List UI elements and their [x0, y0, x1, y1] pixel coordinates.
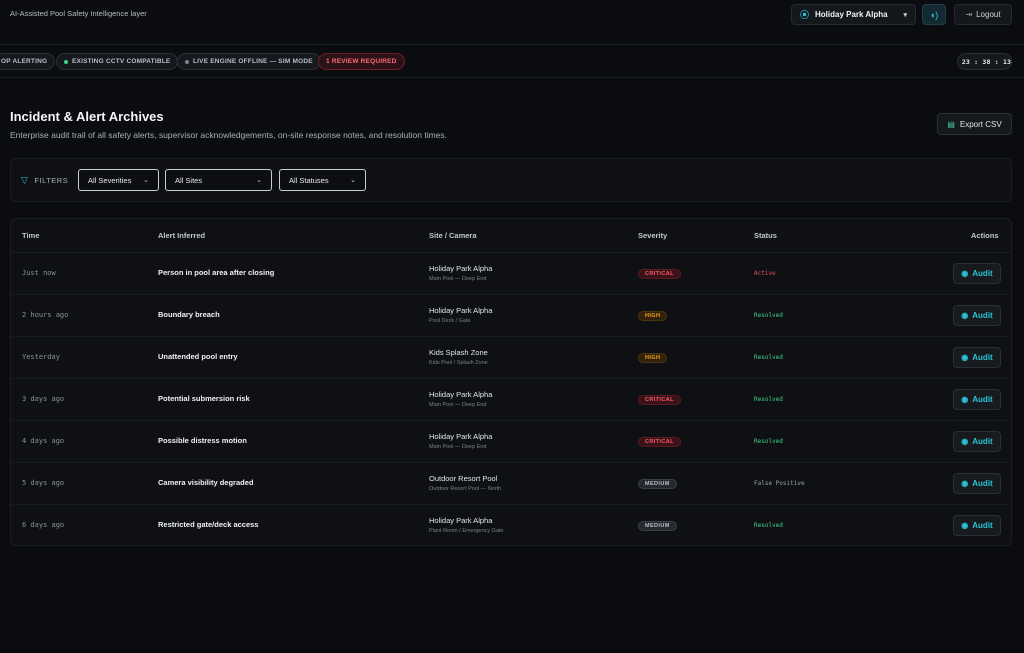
audit-button[interactable]: ◉ Audit	[953, 515, 1001, 536]
filter-icon: ▽	[21, 175, 29, 185]
severity-badge: MEDIUM	[638, 521, 677, 531]
eye-icon: ◉	[961, 437, 969, 446]
row-time: Just now	[22, 269, 56, 277]
page-title: Incident & Alert Archives	[10, 109, 164, 124]
table-row: 2 hours ago Boundary breach Holiday Park…	[11, 295, 1011, 337]
column-header-time: Time	[22, 231, 40, 240]
speaker-icon: ◖)	[929, 9, 939, 20]
row-site-camera: Holiday Park Alpha Main Pool — Deep End	[429, 264, 493, 282]
severity-badge: HIGH	[638, 311, 668, 321]
file-icon: ▤	[947, 119, 955, 129]
status-filter-select[interactable]: All Statuses ⌄	[279, 169, 366, 191]
chevron-down-icon: ⌄	[350, 177, 356, 184]
severity-badge: CRITICAL	[638, 437, 681, 447]
incident-table: Time Alert Inferred Site / Camera Severi…	[10, 218, 1012, 546]
audit-button[interactable]: ◉ Audit	[953, 431, 1001, 452]
table-row: 3 days ago Potential submersion risk Hol…	[11, 379, 1011, 421]
row-time: 6 days ago	[22, 521, 65, 529]
eye-icon: ◉	[961, 311, 969, 320]
status-text: Resolved	[754, 354, 783, 361]
severity-badge: MEDIUM	[638, 479, 677, 489]
severity-badge: CRITICAL	[638, 269, 681, 279]
row-alert: Restricted gate/deck access	[158, 520, 259, 529]
row-site-camera: Holiday Park Alpha Main Pool — Deep End	[429, 432, 493, 450]
logout-button[interactable]: ⇥ Logout	[954, 4, 1012, 25]
status-strip: OP ALERTING EXISTING CCTV COMPATIBLE LIV…	[0, 44, 1024, 78]
eye-icon: ◉	[961, 521, 969, 530]
table-row: Just now Person in pool area after closi…	[11, 253, 1011, 295]
chevron-down-icon: ⌄	[143, 177, 149, 184]
site-filter-select[interactable]: All Sites ⌄	[165, 169, 272, 191]
row-time: 2 hours ago	[22, 311, 69, 319]
audit-button[interactable]: ◉ Audit	[953, 347, 1001, 368]
status-text: Resolved	[754, 312, 783, 319]
status-dot-icon	[185, 59, 189, 64]
chevron-down-icon: ▾	[903, 11, 907, 19]
status-pill-alerting: OP ALERTING	[0, 53, 56, 70]
clock-badge: 23 : 38 : 13	[957, 53, 1012, 70]
audit-button[interactable]: ◉ Audit	[953, 389, 1001, 410]
app-tagline: AI-Assisted Pool Safety Intelligence lay…	[10, 9, 147, 18]
row-alert: Person in pool area after closing	[158, 268, 275, 277]
status-text: Resolved	[754, 438, 783, 445]
column-header-status: Status	[754, 231, 777, 240]
row-site-camera: Holiday Park Alpha Main Pool — Deep End	[429, 390, 493, 408]
audit-button[interactable]: ◉ Audit	[953, 473, 1001, 494]
column-header-actions: Actions	[971, 231, 999, 240]
row-alert: Boundary breach	[158, 310, 220, 319]
status-pill-review[interactable]: 1 REVIEW REQUIRED	[318, 53, 405, 70]
export-csv-button[interactable]: ▤ Export CSV	[937, 113, 1012, 135]
top-bar: AI-Assisted Pool Safety Intelligence lay…	[0, 0, 1024, 30]
column-header-site: Site / Camera	[429, 231, 477, 240]
severity-badge: CRITICAL	[638, 395, 681, 405]
row-site-camera: Kids Splash Zone Kids Pool / Splash Zone	[429, 348, 488, 366]
table-row: 5 days ago Camera visibility degraded Ou…	[11, 463, 1011, 505]
table-header: Time Alert Inferred Site / Camera Severi…	[11, 219, 1011, 253]
row-alert: Camera visibility degraded	[158, 478, 254, 487]
row-alert: Potential submersion risk	[158, 394, 250, 403]
row-time: 5 days ago	[22, 479, 65, 487]
site-selector[interactable]: ⦿ Holiday Park Alpha ▾	[791, 4, 916, 25]
logout-label: Logout	[976, 10, 1001, 19]
site-selector-value: Holiday Park Alpha	[815, 10, 888, 19]
status-text: Resolved	[754, 522, 783, 529]
severity-filter-select[interactable]: All Severities ⌄	[78, 169, 159, 191]
status-dot-icon	[64, 59, 68, 64]
row-site-camera: Holiday Park Alpha Pool Deck / Gate	[429, 306, 493, 324]
status-text: Active	[754, 270, 776, 277]
status-text: False Positive	[754, 480, 805, 487]
row-alert: Unattended pool entry	[158, 352, 238, 361]
export-csv-label: Export CSV	[959, 119, 1002, 129]
column-header-alert: Alert Inferred	[158, 231, 206, 240]
filters-label: ▽ FILTERS	[21, 175, 69, 185]
table-row: 6 days ago Restricted gate/deck access H…	[11, 505, 1011, 545]
page-subtitle: Enterprise audit trail of all safety ale…	[10, 130, 448, 140]
table-row: 4 days ago Possible distress motion Holi…	[11, 421, 1011, 463]
severity-badge: HIGH	[638, 353, 668, 363]
status-text: Resolved	[754, 396, 783, 403]
audit-button[interactable]: ◉ Audit	[953, 263, 1001, 284]
eye-icon: ◉	[961, 395, 969, 404]
column-header-severity: Severity	[638, 231, 668, 240]
eye-icon: ◉	[961, 479, 969, 488]
chevron-down-icon: ⌄	[256, 177, 262, 184]
row-time: Yesterday	[22, 353, 60, 361]
row-site-camera: Outdoor Resort Pool Outdoor Resort Pool —…	[429, 474, 502, 492]
row-alert: Possible distress motion	[158, 436, 247, 445]
audit-button[interactable]: ◉ Audit	[953, 305, 1001, 326]
eye-icon: ◉	[961, 353, 969, 362]
sound-toggle-button[interactable]: ◖)	[922, 4, 946, 25]
status-pill-cctv: EXISTING CCTV COMPATIBLE	[56, 53, 179, 70]
row-time: 3 days ago	[22, 395, 65, 403]
row-time: 4 days ago	[22, 437, 65, 445]
logout-icon: ⇥	[965, 10, 973, 19]
eye-icon: ◉	[961, 269, 969, 278]
filter-panel: ▽ FILTERS All Severities ⌄ All Sites ⌄ A…	[10, 158, 1012, 202]
row-site-camera: Holiday Park Alpha Plant Room / Emergency…	[429, 516, 504, 534]
map-pin-icon: ⦿	[800, 10, 810, 20]
clock-time: 23 : 38 : 13	[961, 57, 1012, 66]
status-pill-engine: LIVE ENGINE OFFLINE — SIM MODE	[177, 53, 321, 70]
table-row: Yesterday Unattended pool entry Kids Spl…	[11, 337, 1011, 379]
